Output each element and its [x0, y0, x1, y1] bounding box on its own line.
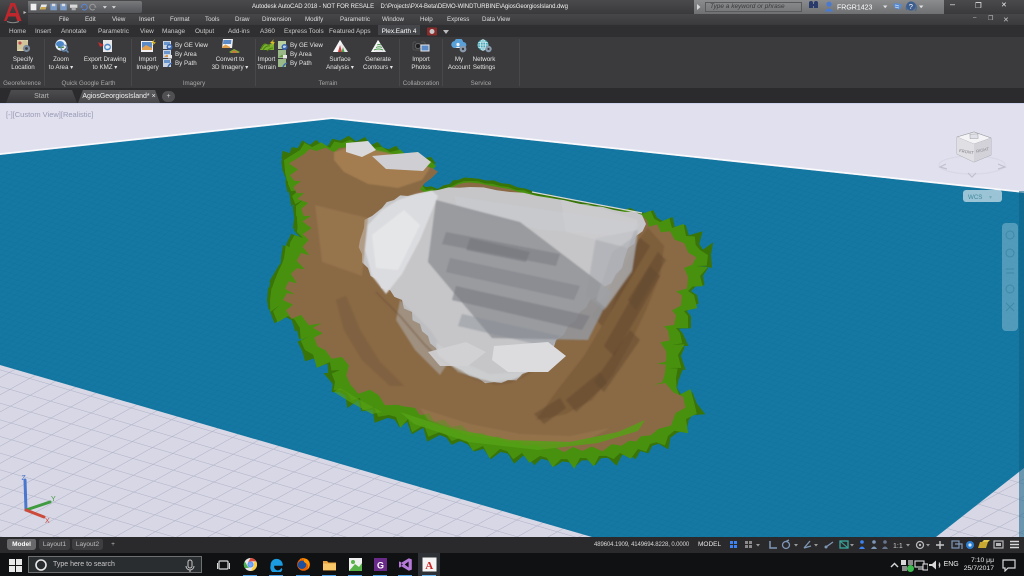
- svg-text:[-][Custom View][Realistic]: [-][Custom View][Realistic]: [6, 110, 93, 119]
- svg-text:FRGR1423: FRGR1423: [837, 5, 873, 12]
- svg-text:X: X: [45, 518, 50, 525]
- svg-text:Y: Y: [51, 496, 56, 503]
- svg-text:WCS: WCS: [968, 194, 982, 201]
- svg-text:▾: ▾: [989, 195, 992, 201]
- svg-text:?: ?: [909, 2, 913, 11]
- svg-text:A: A: [425, 560, 433, 572]
- svg-text:Z: Z: [22, 475, 27, 482]
- svg-text:1:1: 1:1: [893, 543, 903, 550]
- svg-text:G: G: [377, 561, 384, 571]
